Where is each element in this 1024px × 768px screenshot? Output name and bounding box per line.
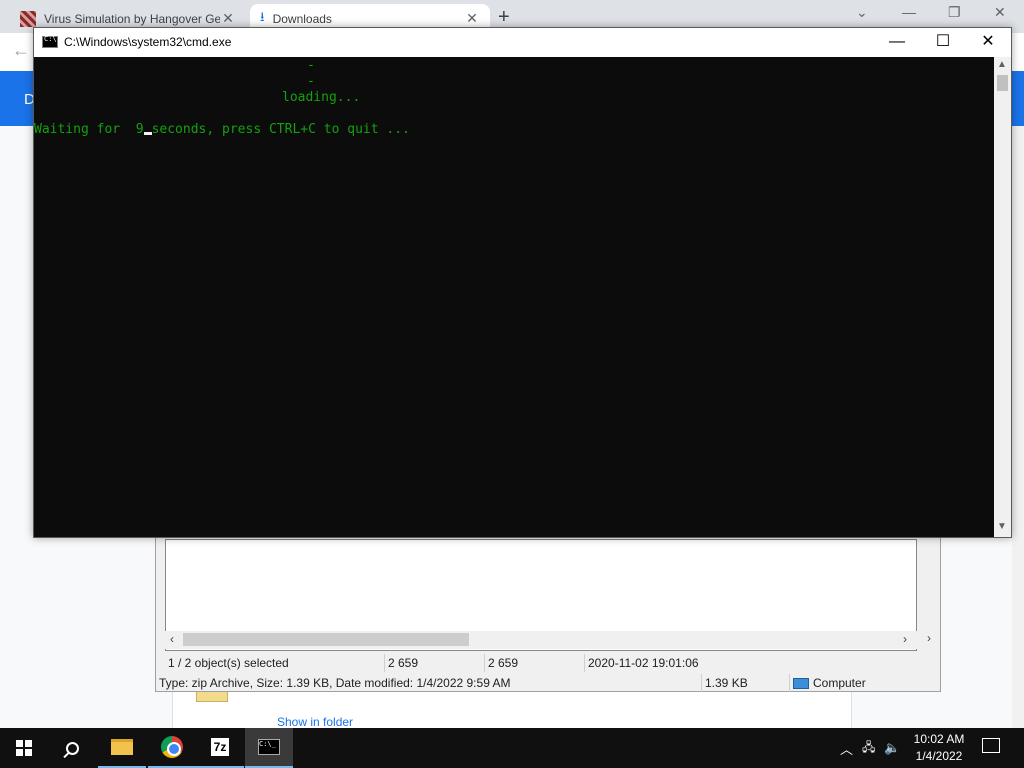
zip-status-bar: 1 / 2 object(s) selected 2 659 2 659 202… [165,654,917,672]
status-date: 2020-11-02 19:01:06 [588,656,699,670]
console-scrollbar[interactable]: ▲ ▼ [994,57,1011,537]
status-selected: 1 / 2 object(s) selected [165,654,385,672]
console-line: - [307,74,315,89]
cmd-window: C:\Windows\system32\cmd.exe — ☐ ✕ - - lo… [33,27,1012,538]
console-loading-line: loading... [282,90,361,105]
chrome-icon [161,736,183,758]
console-output[interactable]: - - loading... Waiting for 9 seconds, pre… [34,57,994,537]
new-tab-button[interactable]: + [498,6,510,29]
close-button[interactable]: ✕ [965,28,1011,57]
wait-prefix: Waiting for 9 [34,122,144,137]
start-button[interactable] [0,728,48,768]
cmd-icon: C:\_ [258,739,280,755]
sevenzip-icon: 7z [210,738,230,756]
tab-title: Virus Simulation by Hangover Ge [44,11,220,26]
search-icon [65,741,79,755]
scroll-thumb[interactable] [997,75,1008,91]
scroll-right-icon[interactable]: › [903,632,907,646]
network-icon[interactable]: 🖧 [862,728,875,768]
scroll-up-icon[interactable]: ▲ [997,59,1007,70]
taskbar: 7z C:\_ ︿ 🖧 🔈 10:02 AM 1/4/2022 [0,728,1024,768]
status-packed-size: 2 659 [485,654,585,672]
folder-icon [111,739,133,755]
windows-logo-icon [16,740,32,756]
scroll-thumb[interactable] [183,633,469,646]
show-in-folder-link[interactable]: Show in folder [277,715,353,729]
tab-title: Downloads [272,11,332,26]
wait-suffix: seconds, press CTRL+C to quit ... [151,122,410,137]
file-explorer-button[interactable] [98,728,146,768]
scroll-right-outer-icon[interactable]: › [927,631,931,645]
console-line: - [307,58,315,73]
scroll-left-icon[interactable]: ‹ [170,632,174,646]
tab-close-icon[interactable]: ✕ [220,10,236,27]
volume-muted-icon[interactable]: 🔈 [884,728,900,768]
tab-search-chevron-icon[interactable]: ⌄ [856,4,868,21]
horizontal-scrollbar[interactable]: ‹ › [165,631,917,649]
browser-minimize-icon[interactable]: — [902,4,916,20]
status-size: 2 659 [385,654,485,672]
show-hidden-icons-chevron-icon[interactable]: ︿ [840,728,853,768]
command-prompt-button[interactable]: C:\_ [245,728,293,768]
sevenzip-button[interactable]: 7z [196,728,244,768]
sevenzip-window: ‹ › › 1 / 2 object(s) selected 2 659 2 6… [155,520,941,692]
clock-date: 1/4/2022 [915,749,963,763]
scroll-down-icon[interactable]: ▼ [997,521,1007,532]
search-button[interactable] [48,728,96,768]
zip-info-bar: Type: zip Archive, Size: 1.39 KB, Date m… [156,674,942,692]
computer-icon [793,678,809,690]
maximize-button[interactable]: ☐ [920,28,966,57]
browser-restore-icon[interactable]: ❐ [948,4,961,21]
system-clock[interactable]: 10:02 AM 1/4/2022 [904,731,974,765]
minimize-button[interactable]: — [874,28,920,57]
console-waiting-line: Waiting for 9 seconds, press CTRL+C to qu… [34,122,410,137]
cmd-title: C:\Windows\system32\cmd.exe [64,35,232,49]
info-size: 1.39 KB [702,674,790,692]
chrome-button[interactable] [148,728,196,768]
back-arrow-icon[interactable]: ← [12,40,30,61]
tab-close-icon[interactable]: ✕ [464,10,480,27]
browser-close-icon[interactable]: ✕ [994,4,1006,21]
info-text: Type: zip Archive, Size: 1.39 KB, Date m… [156,674,702,692]
text-cursor [143,132,152,135]
notifications-icon[interactable] [982,738,1000,753]
clock-time: 10:02 AM [913,732,965,746]
site-favicon-icon [20,10,36,27]
info-location: Computer [813,676,866,690]
page-scrollbar[interactable] [1012,126,1024,728]
cmd-titlebar[interactable]: C:\Windows\system32\cmd.exe — ☐ ✕ [34,28,1011,57]
cmd-app-icon [42,35,58,48]
